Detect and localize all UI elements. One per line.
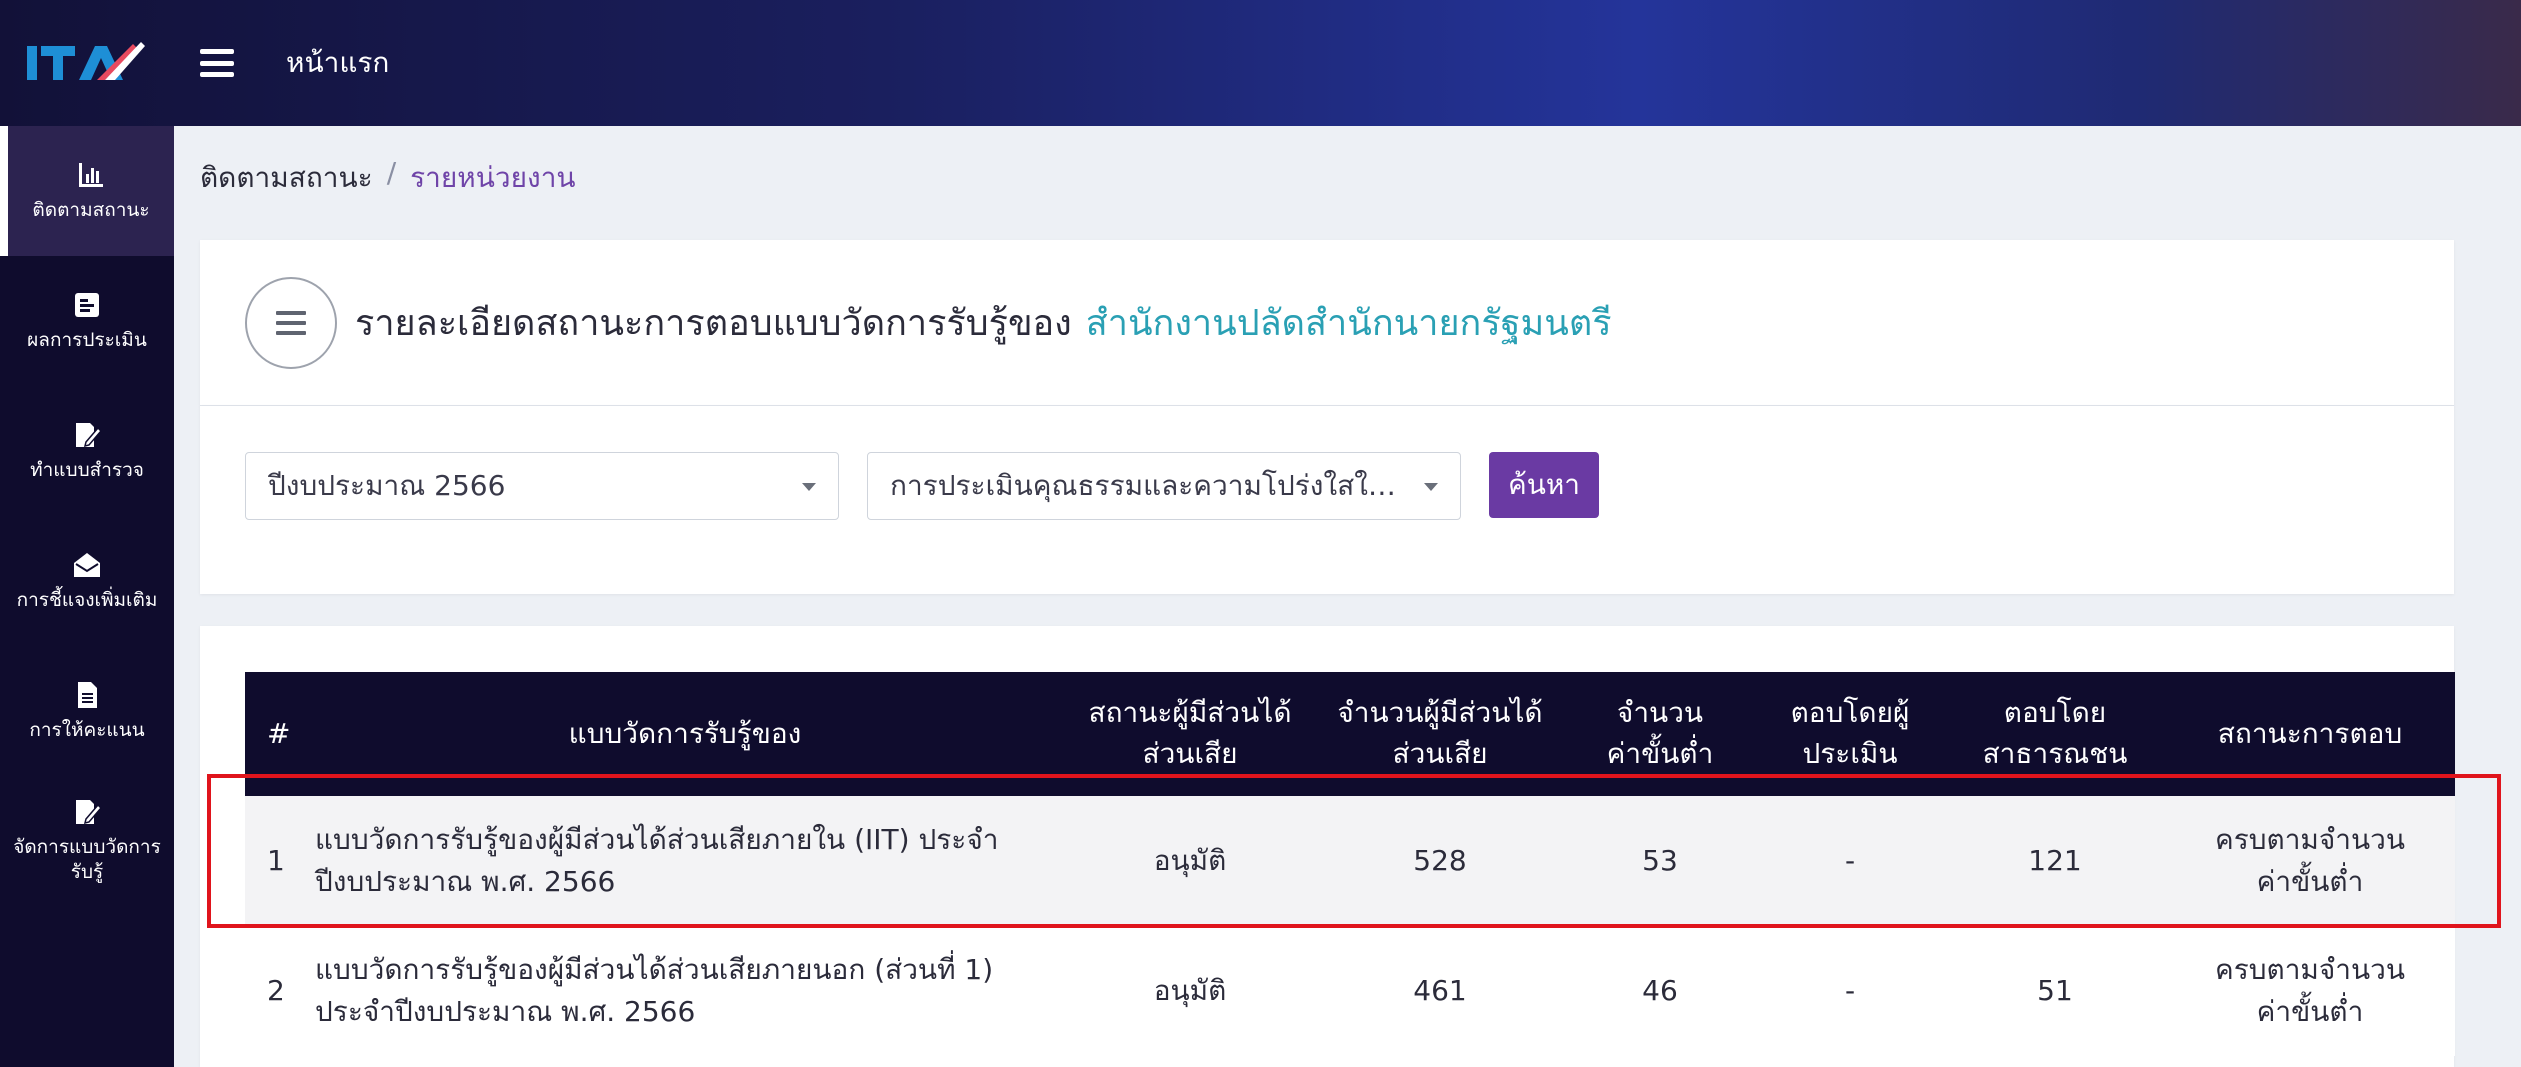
form-icon [75,292,99,317]
cell-stakeholder-count: 461 [1413,974,1467,1007]
table-header-row: # แบบวัดการรับรู้ของ สถานะผู้มีส่วนได้ส่… [245,672,2455,796]
sidebar-item-label: การให้คะแนน [29,718,145,741]
sidebar-item-label: การชี้แจงเพิ่มเติม [16,588,158,611]
cell-stakeholder-status: อนุมัติ [1153,844,1227,877]
assessment-select-value: การประเมินคุณธรรมและความโปร่งใสในกา... [890,469,1410,502]
sidebar-item-survey[interactable]: ทำแบบสำรวจ [0,386,174,516]
cell-min-count: 46 [1642,974,1678,1007]
edit-document-icon [76,800,102,825]
header-name: แบบวัดการรับรู้ของ [568,716,802,750]
breadcrumb-parent[interactable]: ติดตามสถานะ [200,156,373,200]
search-button[interactable]: ค้นหา [1489,452,1599,518]
header-num: # [267,716,291,750]
filter-card: ปีงบประมาณ 2566 การประเมินคุณธรรมและความ… [200,406,2454,594]
header-min-count: จำนวนค่าขั้นต่ำ [1606,696,1714,770]
chevron-down-icon [802,483,816,491]
cell-survey-name: แบบวัดการรับรู้ของผู้มีส่วนได้ส่วนเสียภา… [315,953,994,1028]
ita-logo-icon [27,42,145,80]
status-table: # แบบวัดการรับรู้ของ สถานะผู้มีส่วนได้ส่… [245,672,2455,1056]
sidebar-item-label: ติดตามสถานะ [32,198,150,221]
sidebar-item-manage-survey[interactable]: จัดการแบบวัดการรับรู้ [0,776,174,906]
assessment-select[interactable]: การประเมินคุณธรรมและความโปร่งใสในกา... [867,452,1461,520]
sidebar-item-label: จัดการแบบวัดการรับรู้ [13,836,161,883]
cell-num: 1 [267,844,285,877]
year-select-value: ปีงบประมาณ 2566 [268,469,506,502]
cell-stakeholder-count: 528 [1413,844,1467,877]
title-card: รายละเอียดสถานะการตอบแบบวัดการรับรู้ของ … [200,240,2454,406]
cell-by-public: 51 [2037,974,2073,1007]
sidebar-item-status[interactable]: ติดตามสถานะ [0,126,174,256]
home-link[interactable]: หน้าแรก [286,41,389,85]
sidebar: ติดตามสถานะ ผลการประเมิน ทำแบบสำรวจ การช… [0,126,174,1067]
cell-by-assessor: - [1844,844,1856,877]
year-select[interactable]: ปีงบประมาณ 2566 [245,452,839,520]
header-stakeholder-count: จำนวนผู้มีส่วนได้ส่วนเสีย [1337,696,1543,770]
bar-chart-icon [79,162,103,187]
header-by-public: ตอบโดยสาธารณชน [1982,696,2128,770]
edit-document-icon [76,422,102,447]
cell-num: 2 [267,974,285,1007]
top-bar: หน้าแรก [0,0,2521,126]
breadcrumb: ติดตามสถานะ / รายหน่วยงาน [200,156,576,200]
breadcrumb-separator: / [386,156,397,189]
list-menu-button[interactable] [245,276,337,369]
envelope-icon [74,552,100,577]
cell-response-status: ครบตามจำนวนค่าขั้นต่ำ [2214,953,2406,1028]
menu-toggle-button[interactable] [200,49,234,77]
header-by-assessor: ตอบโดยผู้ประเมิน [1790,696,1910,770]
sidebar-item-results[interactable]: ผลการประเมิน [0,256,174,386]
sidebar-item-label: ทำแบบสำรวจ [30,458,144,481]
cell-stakeholder-status: อนุมัติ [1153,974,1227,1007]
table-row[interactable]: 1 แบบวัดการรับรู้ของผู้มีส่วนได้ส่วนเสีย… [245,796,2455,926]
chevron-down-icon [1424,483,1438,491]
cell-survey-name: แบบวัดการรับรู้ของผู้มีส่วนได้ส่วนเสียภา… [315,823,999,898]
cell-by-assessor: - [1844,974,1856,1007]
cell-by-public: 121 [2028,844,2082,877]
organization-name: สำนักงานปลัดสำนักนายกรัฐมนตรี [1085,303,1612,344]
cell-response-status: ครบตามจำนวนค่าขั้นต่ำ [2214,823,2406,898]
sidebar-item-label: ผลการประเมิน [27,328,147,351]
header-stakeholder-status: สถานะผู้มีส่วนได้ส่วนเสีย [1088,696,1292,770]
header-response-status: สถานะการตอบ [2217,716,2403,750]
list-icon [276,308,306,338]
sidebar-item-clarification[interactable]: การชี้แจงเพิ่มเติม [0,516,174,646]
sidebar-item-scoring[interactable]: การให้คะแนน [0,646,174,776]
status-table-card: # แบบวัดการรับรู้ของ สถานะผู้มีส่วนได้ส่… [200,626,2455,1067]
document-icon [78,681,97,708]
breadcrumb-current: รายหน่วยงาน [410,161,576,194]
page-title: รายละเอียดสถานะการตอบแบบวัดการรับรู้ของ [355,303,1072,344]
ita-logo[interactable] [0,0,174,126]
cell-min-count: 53 [1642,844,1678,877]
table-row[interactable]: 2 แบบวัดการรับรู้ของผู้มีส่วนได้ส่วนเสีย… [245,926,2455,1056]
